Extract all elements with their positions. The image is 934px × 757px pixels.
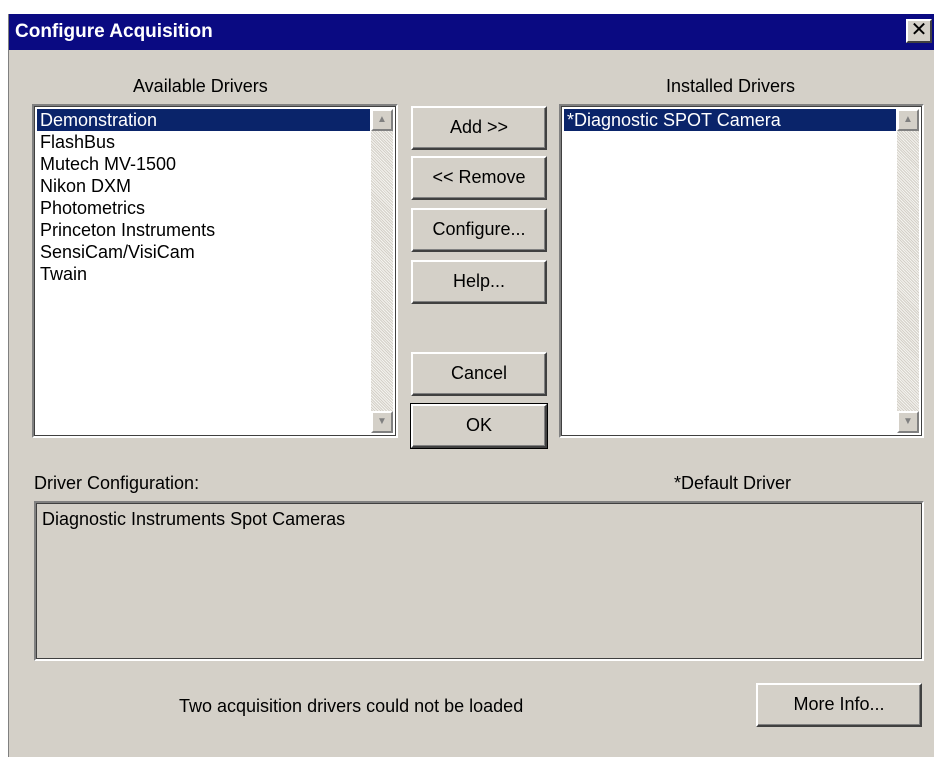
scroll-up-button[interactable]: ▲ [371,109,393,131]
configure-acquisition-dialog: Configure Acquisition ✕ Available Driver… [8,14,934,757]
installed-drivers-items: *Diagnostic SPOT Camera [564,109,896,131]
ok-button[interactable]: OK [410,403,548,449]
driver-configuration-text: Diagnostic Instruments Spot Cameras [42,509,346,529]
installed-drivers-scrollbar[interactable]: ▲ ▼ [897,109,919,433]
list-item[interactable]: Mutech MV-1500 [37,153,370,175]
list-item[interactable]: FlashBus [37,131,370,153]
installed-drivers-list[interactable]: *Diagnostic SPOT Camera ▲ ▼ [559,104,924,438]
default-driver-note: *Default Driver [674,473,792,493]
installed-drivers-label: Installed Drivers [666,76,796,96]
available-drivers-label: Available Drivers [133,76,268,96]
list-item[interactable]: Twain [37,263,370,285]
scroll-down-button[interactable]: ▼ [371,411,393,433]
list-item[interactable]: Princeton Instruments [37,219,370,241]
close-button[interactable]: ✕ [906,19,932,43]
scroll-up-icon: ▲ [903,114,913,125]
scroll-down-icon: ▼ [903,416,913,427]
status-message: Two acquisition drivers could not be loa… [179,696,524,716]
configure-button[interactable]: Configure... [411,208,547,252]
list-item[interactable]: SensiCam/VisiCam [37,241,370,263]
list-item[interactable]: *Diagnostic SPOT Camera [564,109,896,131]
window-title: Configure Acquisition [15,21,213,42]
scroll-up-button[interactable]: ▲ [897,109,919,131]
title-bar[interactable]: Configure Acquisition ✕ [9,14,934,50]
driver-configuration-box: Diagnostic Instruments Spot Cameras [34,501,924,661]
cancel-button[interactable]: Cancel [411,352,547,396]
scroll-down-button[interactable]: ▼ [897,411,919,433]
scroll-down-icon: ▼ [377,416,387,427]
available-drivers-scrollbar[interactable]: ▲ ▼ [371,109,393,433]
available-drivers-list[interactable]: Demonstration FlashBus Mutech MV-1500 Nikon… [32,104,398,438]
add-button[interactable]: Add >> [411,106,547,150]
more-info-button[interactable]: More Info... [756,683,922,727]
available-drivers-items: Demonstration FlashBus Mutech MV-1500 Nikon… [37,109,370,285]
driver-configuration-label: Driver Configuration: [34,473,200,493]
list-item[interactable]: Photometrics [37,197,370,219]
list-item[interactable]: Demonstration [37,109,370,131]
scroll-up-icon: ▲ [377,114,387,125]
list-item[interactable]: Nikon DXM [37,175,370,197]
help-button[interactable]: Help... [411,260,547,304]
remove-button[interactable]: << Remove [411,156,547,200]
close-icon: ✕ [910,19,928,41]
